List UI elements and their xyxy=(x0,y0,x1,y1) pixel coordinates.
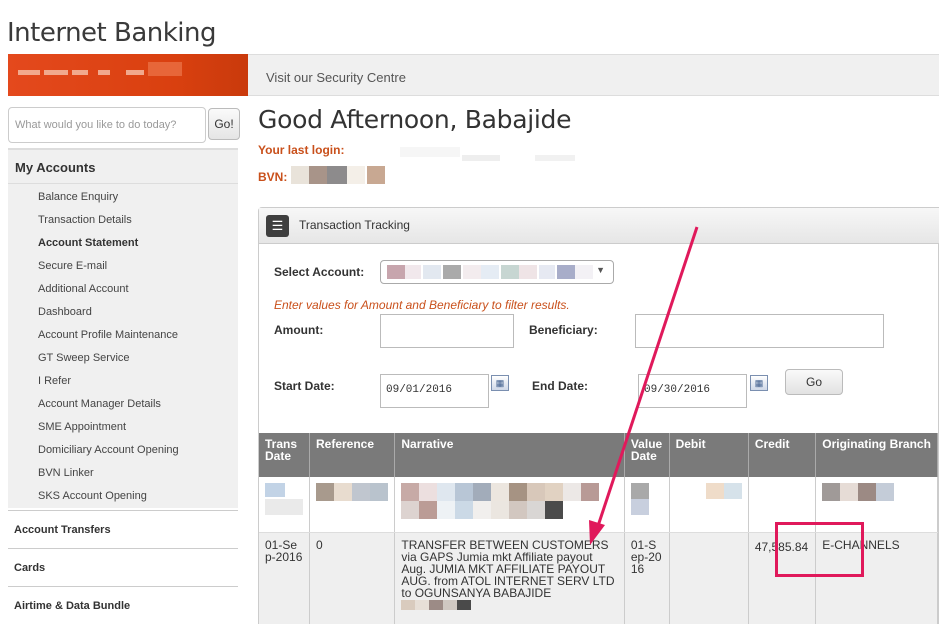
redacted-block xyxy=(400,147,460,157)
narrative-text: TRANSFER BETWEEN CUSTOMERS via GAPS Jumi… xyxy=(401,537,615,600)
calendar-icon[interactable]: ▦ xyxy=(491,375,509,391)
sidebar-item-sks-account[interactable]: SKS Account Opening xyxy=(38,488,179,511)
amount-input[interactable] xyxy=(380,314,514,348)
sidebar-item-transaction-details[interactable]: Transaction Details xyxy=(38,212,179,235)
debit-cell xyxy=(669,532,749,624)
sidebar-item-secure-email[interactable]: Secure E-mail xyxy=(38,258,179,281)
panel-title: Transaction Tracking xyxy=(299,218,410,232)
sidebar-item-bvn-linker[interactable]: BVN Linker xyxy=(38,465,179,488)
redacted-block xyxy=(367,166,385,184)
sidebar-item-additional-account[interactable]: Additional Account xyxy=(38,281,179,304)
sidebar-item-balance-enquiry[interactable]: Balance Enquiry xyxy=(38,189,179,212)
beneficiary-label: Beneficiary: xyxy=(529,323,598,337)
search-input[interactable]: What would you like to do today? xyxy=(8,107,206,143)
redacted-block xyxy=(291,166,309,184)
panel-header: ☰ Transaction Tracking xyxy=(259,208,939,244)
reference-cell: 0 xyxy=(309,532,396,624)
sidebar-item-dashboard[interactable]: Dashboard xyxy=(38,304,179,327)
redacted-block xyxy=(347,166,365,184)
redacted-block xyxy=(327,166,347,184)
sidebar-item-account-manager[interactable]: Account Manager Details xyxy=(38,396,179,419)
redacted-cell xyxy=(669,477,749,533)
credit-highlight-box xyxy=(775,522,864,577)
start-date-input[interactable]: 09/01/2016 xyxy=(380,374,489,408)
bvn-label: BVN: xyxy=(258,170,288,184)
redacted-block xyxy=(462,155,500,161)
column-header-narrative[interactable]: Narrative xyxy=(394,433,625,477)
filter-go-button[interactable]: Go xyxy=(785,369,843,395)
sidebar-category-cards[interactable]: Cards xyxy=(8,548,238,586)
sidebar-category-account-transfers[interactable]: Account Transfers xyxy=(8,510,238,548)
sidebar-item-gt-sweep[interactable]: GT Sweep Service xyxy=(38,350,179,373)
security-strip: Visit our Security Centre xyxy=(248,54,939,96)
column-header-debit[interactable]: Debit xyxy=(669,433,749,477)
last-login-label: Your last login: xyxy=(258,143,345,157)
redacted-block xyxy=(309,166,327,184)
narrative-cell: TRANSFER BETWEEN CUSTOMERS via GAPS Jumi… xyxy=(394,532,625,624)
sidebar-category-airtime[interactable]: Airtime & Data Bundle xyxy=(8,586,238,624)
redacted-cell xyxy=(259,477,310,533)
end-date-label: End Date: xyxy=(532,379,589,393)
calendar-icon[interactable]: ▦ xyxy=(750,375,768,391)
sidebar-item-sme-appointment[interactable]: SME Appointment xyxy=(38,419,179,442)
redacted-cell xyxy=(394,477,625,533)
search-go-button[interactable]: Go! xyxy=(208,108,240,140)
select-account-label: Select Account: xyxy=(274,265,365,279)
column-header-credit[interactable]: Credit xyxy=(748,433,817,477)
column-header-originating-branch[interactable]: Originating Branch xyxy=(815,433,938,477)
my-accounts-heading[interactable]: My Accounts xyxy=(8,148,238,184)
end-date-input[interactable]: 09/30/2016 xyxy=(638,374,747,408)
redacted-block xyxy=(401,600,472,611)
redacted-cell xyxy=(309,477,396,533)
my-accounts-section: My Accounts Balance Enquiry Transaction … xyxy=(8,148,238,508)
sidebar-item-i-refer[interactable]: I Refer xyxy=(38,373,179,396)
column-header-reference[interactable]: Reference xyxy=(309,433,396,477)
redacted-cell xyxy=(624,477,670,533)
filter-hint: Enter values for Amount and Beneficiary … xyxy=(274,298,570,312)
redacted-block xyxy=(535,155,575,161)
sidebar-item-account-profile[interactable]: Account Profile Maintenance xyxy=(38,327,179,350)
value-date-cell: 01-Sep-2016 xyxy=(624,532,670,624)
column-header-value-date[interactable]: Value Date xyxy=(624,433,670,477)
security-centre-link[interactable]: Visit our Security Centre xyxy=(266,70,406,85)
sidebar-item-domiciliary[interactable]: Domiciliary Account Opening xyxy=(38,442,179,465)
brand-logo-bar xyxy=(8,54,248,96)
amount-label: Amount: xyxy=(274,323,324,337)
app-title: Internet Banking xyxy=(7,18,217,48)
account-select[interactable]: ▼ xyxy=(380,260,614,284)
trans-date-cell: 01-Sep-2016 xyxy=(259,532,310,624)
chevron-down-icon: ▼ xyxy=(596,265,605,275)
beneficiary-input[interactable] xyxy=(635,314,884,348)
sidebar-item-account-statement[interactable]: Account Statement xyxy=(38,235,179,258)
list-icon: ☰ xyxy=(266,215,289,237)
column-header-trans-date[interactable]: Trans Date xyxy=(259,433,310,477)
start-date-label: Start Date: xyxy=(274,379,335,393)
greeting-heading: Good Afternoon, Babajide xyxy=(258,105,572,134)
